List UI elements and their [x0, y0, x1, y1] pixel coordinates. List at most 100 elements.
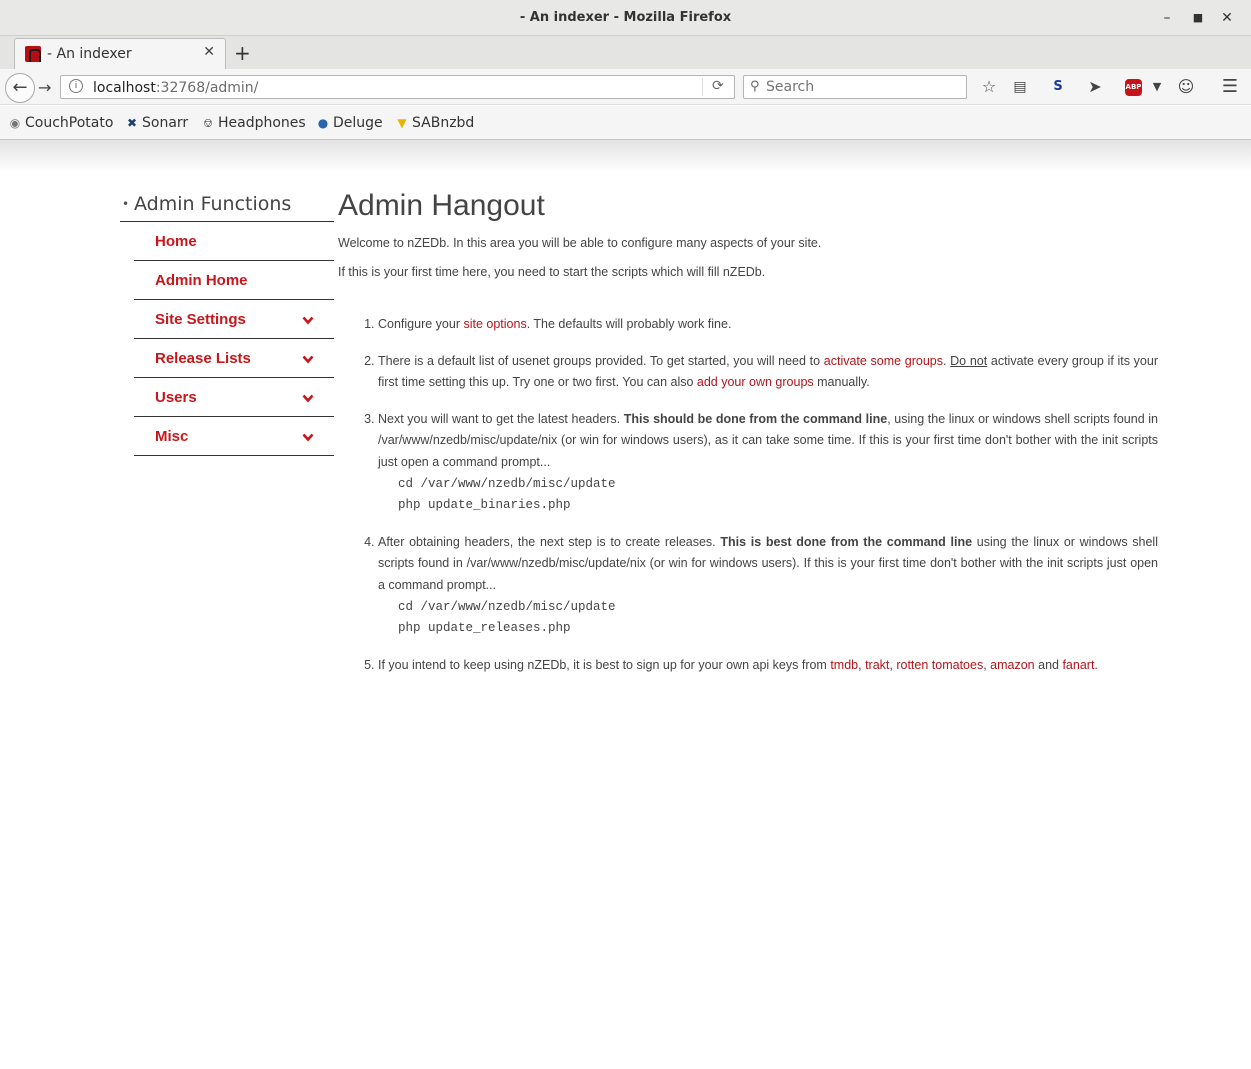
- rotten-tomatoes-link[interactable]: rotten tomatoes: [896, 658, 983, 672]
- smiley-icon[interactable]: ☺: [1176, 77, 1196, 97]
- back-arrow-icon[interactable]: ←: [5, 73, 35, 103]
- step-2: There is a default list of usenet groups…: [378, 351, 1158, 394]
- trakt-link[interactable]: trakt: [865, 658, 889, 672]
- sidebar-item-users[interactable]: Users: [134, 378, 334, 417]
- do-not-emphasis: Do not: [950, 353, 988, 368]
- tmdb-link[interactable]: tmdb: [830, 658, 858, 672]
- url-text[interactable]: localhost:32768/admin/: [93, 80, 258, 96]
- code-line: php update_releases.php: [398, 621, 571, 636]
- sidebar-item-label[interactable]: Home: [155, 233, 197, 250]
- step-emphasis: This should be done from the command lin…: [623, 411, 888, 426]
- maximize-icon[interactable]: ■: [1188, 8, 1208, 28]
- bookmark-label: Sonarr: [142, 115, 189, 131]
- step-4: After obtaining headers, the next step i…: [378, 532, 1158, 640]
- setup-steps-list: Configure your site options. The default…: [338, 314, 1158, 676]
- bookmark-label: SABnzbd: [412, 115, 475, 131]
- urlbar-divider: [702, 78, 703, 96]
- step-5: If you intend to keep using nZEDb, it is…: [378, 655, 1158, 677]
- code-line: cd /var/www/nzedb/misc/update: [398, 476, 616, 491]
- sidebar-item-label[interactable]: Release Lists: [155, 350, 251, 367]
- amazon-link[interactable]: amazon: [990, 658, 1034, 672]
- tab-strip: - An indexer ✕ +: [0, 36, 1251, 69]
- new-tab-icon[interactable]: +: [234, 41, 251, 65]
- sidebar-heading-text: Admin Functions: [134, 193, 292, 215]
- sidebar-item-home[interactable]: Home: [134, 222, 334, 261]
- bookmark-couchpotato[interactable]: ◉ CouchPotato: [8, 115, 114, 131]
- fanart-link[interactable]: fanart: [1062, 658, 1094, 672]
- search-bar[interactable]: ⚲: [743, 75, 967, 99]
- close-window-icon[interactable]: ✕: [1217, 8, 1237, 28]
- activate-groups-link[interactable]: activate some groups: [824, 354, 943, 368]
- sidebar-item-label[interactable]: Misc: [155, 428, 188, 445]
- step-text: After obtaining headers, the next step i…: [378, 534, 721, 549]
- sabnzbd-icon: ▼: [397, 116, 407, 130]
- sidebar-item-label[interactable]: Admin Home: [155, 272, 248, 289]
- page-title: Admin Hangout: [338, 189, 545, 222]
- bookmark-deluge[interactable]: ● Deluge: [316, 115, 383, 131]
- bookmark-headphones[interactable]: ⎊ Headphones: [201, 115, 306, 131]
- chevron-down-icon[interactable]: [302, 353, 314, 365]
- step-text: Next you will want to get the latest hea…: [378, 411, 624, 426]
- sonarr-icon: ✖: [126, 116, 138, 130]
- bookmark-star-icon[interactable]: ☆: [979, 77, 999, 97]
- reload-icon[interactable]: ⟳: [712, 78, 724, 94]
- chevron-down-icon[interactable]: [302, 431, 314, 443]
- minimize-icon[interactable]: –: [1157, 8, 1177, 28]
- sidebar-item-label[interactable]: Users: [155, 389, 197, 406]
- url-path: :32768/admin/: [155, 80, 259, 96]
- code-line: cd /var/www/nzedb/misc/update: [398, 599, 616, 614]
- bookmark-sonarr[interactable]: ✖ Sonarr: [125, 115, 188, 131]
- reading-list-icon[interactable]: ▤: [1010, 77, 1030, 97]
- step-text: Configure your: [378, 317, 464, 331]
- site-info-icon[interactable]: i: [69, 79, 83, 93]
- site-favicon-icon: [25, 46, 41, 62]
- site-options-link[interactable]: site options: [463, 317, 526, 331]
- code-line: php update_binaries.php: [398, 498, 571, 513]
- couchpotato-icon: ◉: [9, 116, 21, 130]
- chevron-down-icon[interactable]: [302, 392, 314, 404]
- step-emphasis: This is best done from the command line: [720, 534, 973, 549]
- step-text: . The defaults will probably work fine.: [526, 317, 732, 331]
- chevron-down-icon[interactable]: [302, 314, 314, 326]
- step-text: There is a default list of usenet groups…: [378, 353, 824, 368]
- url-host: localhost: [93, 80, 156, 96]
- headphones-icon: ⎊: [203, 116, 213, 130]
- bookmark-sabnzbd[interactable]: ▼ SABnzbd: [395, 115, 474, 131]
- sidebar-item-label[interactable]: Site Settings: [155, 311, 246, 328]
- sidebar-item-site-settings[interactable]: Site Settings: [134, 300, 334, 339]
- step-text: manually.: [813, 375, 870, 390]
- bullet-icon: •: [122, 197, 130, 211]
- extension-si-icon[interactable]: S: [1048, 77, 1068, 97]
- window-title: - An indexer - Mozilla Firefox: [519, 10, 732, 25]
- sidebar-item-admin-home[interactable]: Admin Home: [134, 261, 334, 300]
- search-icon: ⚲: [750, 79, 760, 94]
- sidebar-menu: Home Admin Home Site Settings Release Li…: [134, 222, 334, 456]
- bookmark-label: Deluge: [333, 115, 383, 131]
- step-text: .: [1094, 657, 1098, 672]
- step-text: If you intend to keep using nZEDb, it is…: [378, 657, 831, 672]
- forward-arrow-icon[interactable]: →: [38, 78, 51, 97]
- bookmarks-toolbar: ◉ CouchPotato ✖ Sonarr ⎊ Headphones ● Deluge…: [0, 106, 1251, 140]
- adblock-plus-icon[interactable]: ABP: [1125, 79, 1142, 96]
- main-content: Admin Hangout Welcome to nZEDb. In this …: [338, 188, 1158, 691]
- bookmark-label: Headphones: [218, 115, 306, 131]
- navigation-toolbar: ← → i localhost:32768/admin/ ⟳ ⚲ ☆ ▤ S ➤…: [0, 69, 1251, 105]
- admin-sidebar: • Admin Functions Home Admin Home Site S…: [120, 192, 334, 456]
- sidebar-item-release-lists[interactable]: Release Lists: [134, 339, 334, 378]
- tab-close-icon[interactable]: ✕: [203, 44, 215, 60]
- deluge-icon: ●: [317, 116, 329, 130]
- search-input[interactable]: [766, 78, 961, 96]
- step-3: Next you will want to get the latest hea…: [378, 409, 1158, 517]
- intro-first-time: If this is your first time here, you nee…: [338, 265, 766, 279]
- page-header-band: [0, 140, 1251, 172]
- step-text: and: [1034, 657, 1063, 672]
- chevron-down-icon[interactable]: ▼: [1147, 77, 1167, 97]
- add-groups-link[interactable]: add your own groups: [697, 375, 814, 389]
- send-tab-icon[interactable]: ➤: [1085, 77, 1105, 97]
- window-titlebar: - An indexer - Mozilla Firefox – ■ ✕: [0, 0, 1251, 36]
- sidebar-item-misc[interactable]: Misc: [134, 417, 334, 456]
- hamburger-menu-icon[interactable]: ☰: [1220, 77, 1240, 97]
- url-bar[interactable]: i localhost:32768/admin/ ⟳: [60, 75, 735, 99]
- browser-tab[interactable]: - An indexer ✕: [14, 38, 226, 69]
- tab-title: - An indexer: [47, 46, 132, 62]
